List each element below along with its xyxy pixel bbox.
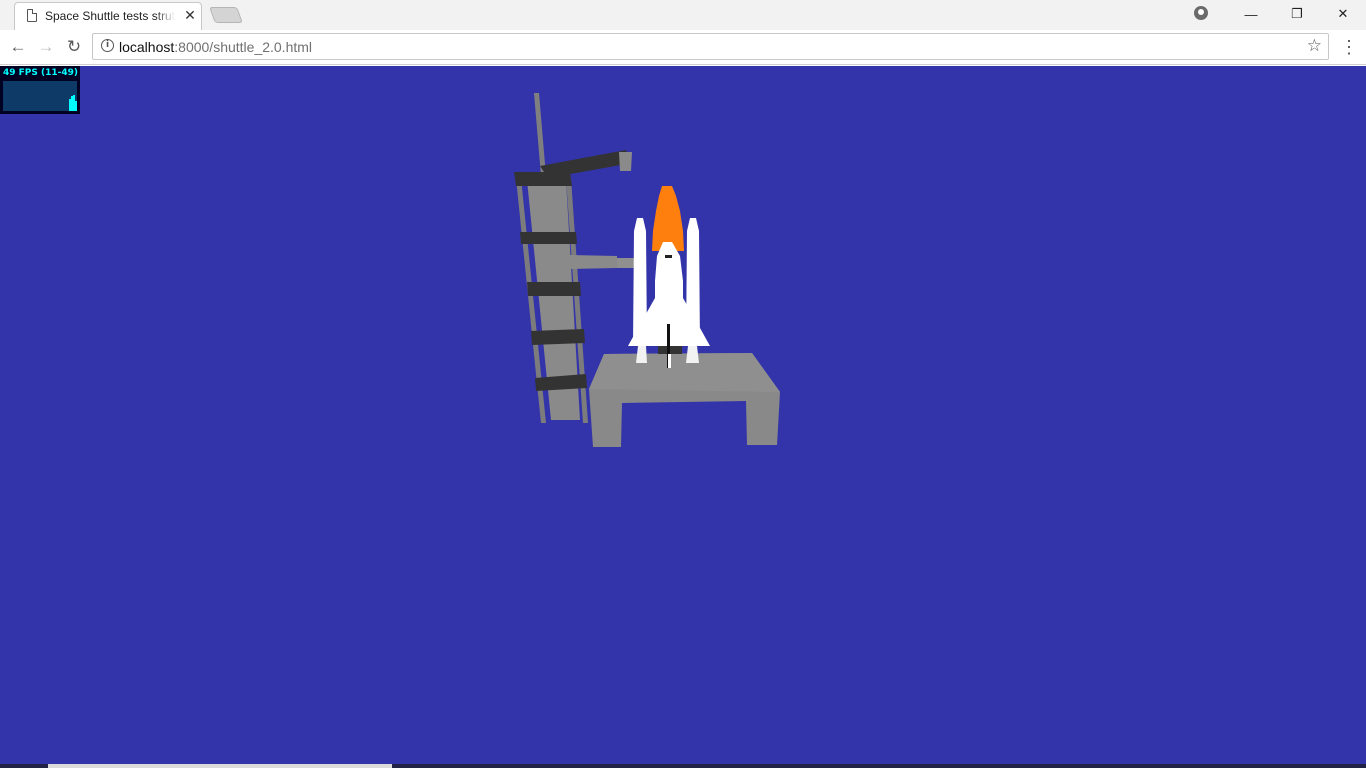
orbiter-body (655, 242, 683, 306)
shuttle-scene (514, 93, 780, 447)
new-tab-button[interactable] (209, 7, 243, 23)
profile-icon[interactable] (1194, 6, 1208, 20)
menu-icon[interactable]: ⋮ (1340, 36, 1358, 58)
info-icon[interactable]: i (101, 39, 114, 52)
star-icon[interactable]: ☆ (1307, 37, 1322, 55)
browser-window: Space Shuttle tests strut ✕ — ❐ ✕ ← → ↻ … (0, 0, 1366, 768)
launch-platform (589, 353, 780, 447)
tab-title: Space Shuttle tests strut (45, 9, 175, 23)
maximize-icon[interactable]: ❐ (1274, 0, 1320, 28)
taskbar-segment (48, 764, 392, 768)
toolbar: ← → ↻ i localhost:8000/shuttle_2.0.html … (0, 30, 1366, 65)
tab-active[interactable]: Space Shuttle tests strut ✕ (14, 2, 202, 30)
url-host: localhost (119, 39, 175, 55)
close-window-icon[interactable]: ✕ (1320, 0, 1366, 28)
minimize-icon[interactable]: — (1228, 0, 1274, 28)
reload-icon[interactable]: ↻ (63, 36, 85, 58)
external-tank (652, 186, 684, 251)
back-icon[interactable]: ← (7, 36, 29, 58)
url-path: :8000/shuttle_2.0.html (174, 39, 313, 55)
forward-icon[interactable]: → (35, 36, 57, 58)
tab-strip: Space Shuttle tests strut ✕ — ❐ ✕ (0, 0, 1366, 30)
tab-close-icon[interactable]: ✕ (183, 7, 197, 23)
url-text[interactable]: localhost:8000/shuttle_2.0.html (119, 39, 312, 55)
webgl-canvas[interactable]: 49 FPS (11-49) (0, 66, 1366, 768)
window-controls: — ❐ ✕ (1228, 0, 1366, 28)
address-bar[interactable]: i localhost:8000/shuttle_2.0.html ☆ (92, 33, 1329, 60)
page-icon (27, 9, 37, 22)
shuttle-stack (628, 186, 710, 368)
